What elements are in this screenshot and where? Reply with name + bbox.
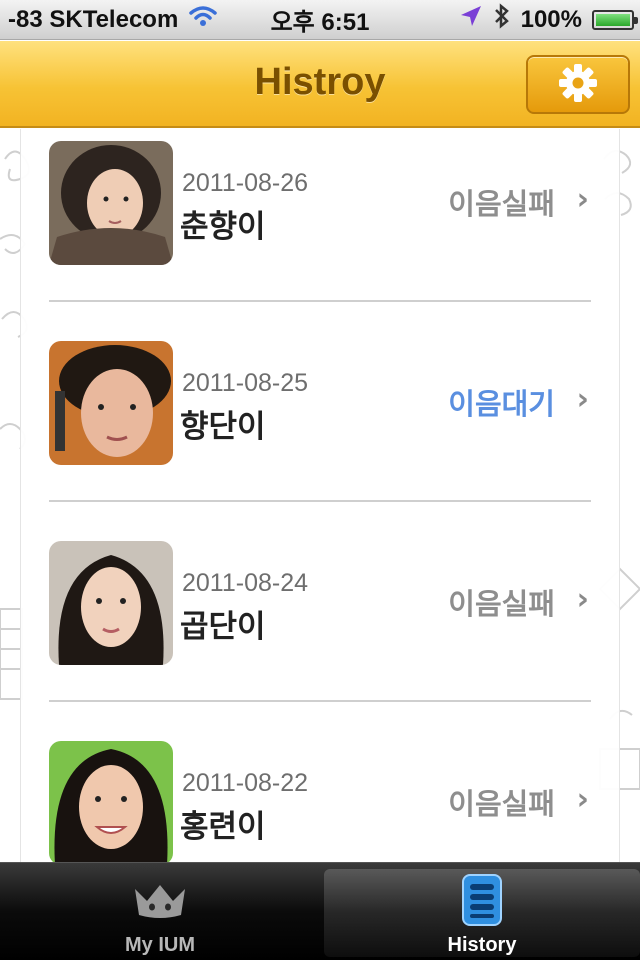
battery-percent: 100%: [520, 5, 582, 33]
wifi-icon: [188, 5, 218, 34]
item-status: 이음실패: [448, 787, 555, 821]
settings-button[interactable]: [526, 55, 630, 114]
divider: [49, 500, 591, 502]
list-item[interactable]: 2011-08-26 춘향이 이음실패 ›: [49, 129, 591, 329]
item-date: 2011-08-24: [182, 569, 309, 597]
list-item[interactable]: 2011-08-25 향단이 이음대기 ›: [49, 329, 591, 529]
divider: [49, 700, 591, 702]
tab-label: History: [447, 934, 517, 956]
chevron-right-icon: ›: [576, 182, 589, 217]
tab-my-ium[interactable]: My IUM: [2, 863, 318, 960]
tab-history[interactable]: History: [324, 869, 640, 957]
location-arrow-icon: [459, 4, 483, 35]
chevron-right-icon: ›: [576, 782, 589, 817]
tab-label: My IUM: [125, 934, 195, 956]
item-name: 홍련이: [180, 809, 266, 845]
item-name: 춘향이: [180, 209, 266, 245]
status-right: 100%: [459, 3, 638, 36]
chevron-right-icon: ›: [576, 582, 589, 617]
carrier-label: -83 SKTelecom: [8, 5, 179, 33]
item-status: 이음실패: [448, 587, 555, 621]
list-item[interactable]: 2011-08-24 곱단이 이음실패 ›: [49, 529, 591, 729]
chevron-right-icon: ›: [576, 382, 589, 417]
status-bar: -83 SKTelecom 오후 6:51 100%: [0, 0, 640, 40]
status-left: -83 SKTelecom: [8, 5, 218, 34]
gear-icon: [557, 62, 599, 108]
avatar: [49, 541, 173, 665]
item-name: 곱단이: [180, 609, 266, 645]
nav-bar: Histroy: [0, 41, 640, 128]
avatar: [49, 741, 173, 862]
bluetooth-icon: [493, 3, 511, 36]
item-status: 이음실패: [448, 187, 555, 221]
tab-bar: My IUM History: [0, 862, 640, 960]
crown-icon: [131, 881, 189, 925]
battery-icon: [592, 9, 638, 30]
item-status: 이음대기: [448, 387, 555, 421]
history-content[interactable]: 2011-08-26 춘향이 이음실패 › 2011-08-25 향단이 이음대…: [0, 129, 640, 862]
avatar: [49, 141, 173, 265]
avatar: [49, 341, 173, 465]
item-name: 향단이: [180, 409, 266, 445]
divider: [49, 300, 591, 302]
item-date: 2011-08-26: [182, 169, 309, 197]
list-item[interactable]: 2011-08-22 홍련이 이음실패 ›: [49, 729, 591, 862]
item-date: 2011-08-25: [182, 369, 309, 397]
list-icon: [461, 873, 503, 931]
item-date: 2011-08-22: [182, 769, 309, 797]
